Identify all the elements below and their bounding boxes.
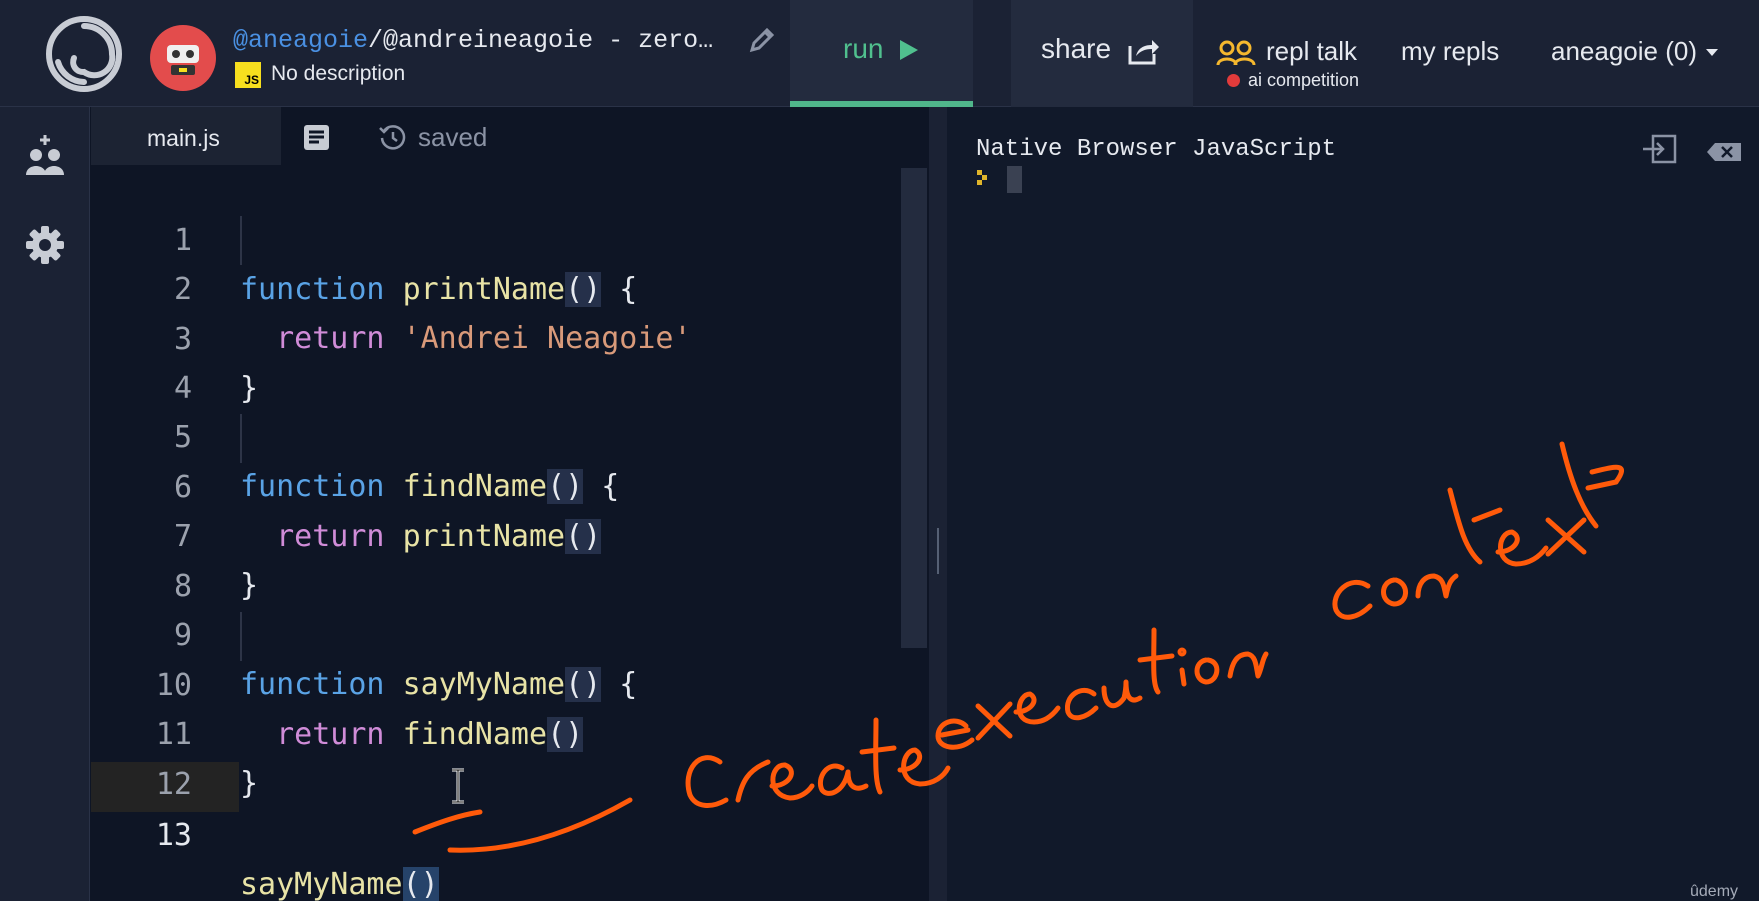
code-line[interactable]: 1 function printName() { bbox=[0, 167, 930, 307]
editor-scrollbar[interactable] bbox=[901, 168, 927, 648]
parens: () bbox=[402, 867, 439, 901]
code-line[interactable]: 8 bbox=[0, 513, 930, 604]
udemy-watermark: ûdemy bbox=[1690, 883, 1739, 900]
code-line[interactable]: 2 return 'Andrei Neagoie' bbox=[0, 216, 930, 356]
console-title: Native Browser JavaScript bbox=[976, 136, 1337, 163]
share-button-label[interactable]: share bbox=[1041, 33, 1111, 65]
code-line[interactable]: 10 return findName() bbox=[0, 612, 930, 752]
pencil-icon[interactable] bbox=[748, 26, 776, 54]
code-line[interactable]: 3 } bbox=[0, 266, 930, 406]
file-format-icon[interactable] bbox=[303, 124, 330, 151]
robot-icon bbox=[167, 45, 199, 75]
language-badge-text: JS bbox=[244, 73, 259, 87]
repl-avatar[interactable] bbox=[150, 25, 216, 91]
code-line[interactable]: 11 } bbox=[0, 661, 930, 801]
repl-owner-link[interactable]: @aneagoie bbox=[233, 26, 368, 55]
enter-icon[interactable] bbox=[1641, 134, 1677, 164]
code-line[interactable]: 4 bbox=[0, 315, 930, 406]
text-cursor-icon bbox=[452, 768, 464, 804]
repl-talk-link[interactable]: repl talk bbox=[1266, 36, 1357, 67]
replit-logo-icon[interactable] bbox=[44, 14, 124, 94]
repl-description[interactable]: No description bbox=[271, 62, 405, 86]
share-icon[interactable] bbox=[1126, 36, 1160, 66]
line-number: 13 bbox=[155, 818, 192, 853]
chevron-down-icon[interactable] bbox=[1705, 48, 1719, 57]
run-button-label[interactable]: run bbox=[843, 33, 883, 65]
repl-title[interactable]: @aneagoie/@andreineagoie - zero… bbox=[233, 26, 713, 55]
javascript-badge-icon: JS bbox=[235, 62, 261, 88]
tab-main-js-label[interactable]: main.js bbox=[147, 125, 220, 152]
ai-competition-link[interactable]: ai competition bbox=[1248, 70, 1359, 91]
code-line[interactable]: 9 function sayMyName() { bbox=[0, 562, 930, 702]
code-line[interactable]: 6 return printName() bbox=[0, 414, 930, 554]
function-name: sayMyName bbox=[240, 867, 403, 901]
save-status: saved bbox=[418, 122, 488, 152]
repl-name: /@andreineagoie - zero… bbox=[368, 26, 714, 55]
clear-console-icon[interactable] bbox=[1706, 142, 1742, 162]
live-dot-icon bbox=[1227, 74, 1240, 87]
prompt-chevron-icon bbox=[977, 170, 987, 185]
pane-divider[interactable] bbox=[929, 107, 947, 901]
code-line[interactable]: 5 function findName() { bbox=[0, 364, 930, 504]
history-icon[interactable] bbox=[378, 123, 408, 153]
code-text[interactable]: sayMyName() bbox=[240, 860, 439, 901]
play-icon[interactable] bbox=[898, 38, 920, 62]
code-line[interactable]: 12 bbox=[0, 711, 930, 802]
people-icon[interactable] bbox=[1216, 40, 1256, 66]
console-pane[interactable] bbox=[947, 107, 1759, 901]
code-line[interactable]: 7 } bbox=[0, 463, 930, 603]
account-menu[interactable]: aneagoie (0) bbox=[1551, 36, 1697, 67]
my-repls-link[interactable]: my repls bbox=[1401, 36, 1499, 67]
resize-handle[interactable] bbox=[937, 528, 939, 574]
console-input[interactable] bbox=[1007, 166, 1022, 193]
